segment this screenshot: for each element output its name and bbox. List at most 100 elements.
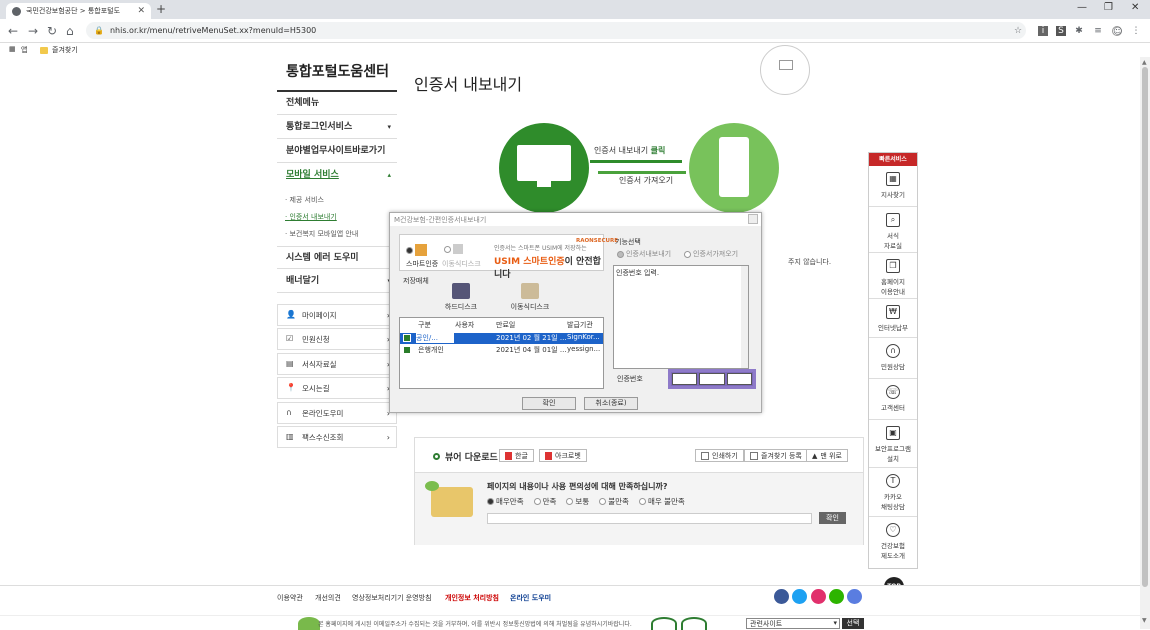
qs-health-insurance-info[interactable]: ♡ 건강보험 제도소개 [869, 518, 917, 568]
qs-homepage-guide[interactable]: ❐ 홈페이지 이용안내 [869, 254, 917, 299]
back-icon[interactable]: ← [8, 24, 18, 38]
radio-icon[interactable] [638, 498, 646, 505]
quick-mypage[interactable]: 👤마이페이지› [277, 304, 397, 326]
twitter-icon[interactable] [792, 589, 807, 604]
lnb-item-mobile-service[interactable]: 모바일 서비스 ▴ [277, 164, 397, 187]
pin-field-2[interactable] [699, 373, 725, 385]
cert-row[interactable]: 공인/... 2021년 02 월 21일 ... SignKor... [400, 333, 603, 344]
instagram-icon[interactable] [811, 589, 826, 604]
close-tab-icon[interactable]: ✕ [137, 6, 145, 16]
radio-icon[interactable] [684, 250, 691, 258]
footer-cctv-link[interactable]: 영상정보처리기기 운영방침 [352, 593, 432, 603]
func-export-option[interactable]: 인증서내보내기 [617, 249, 671, 259]
naver-icon[interactable] [829, 589, 844, 604]
dialog-cancel-button[interactable]: 취소(종료) [584, 397, 638, 410]
survey-option-label: 만족 [542, 497, 557, 506]
qs-internet-payment[interactable]: ₩ 인터넷납부 [869, 300, 917, 338]
qs-branch-finder[interactable]: ▦ 지사찾기 [869, 167, 917, 207]
quick-forms[interactable]: ▤서식자료실› [277, 353, 397, 375]
survey-option[interactable]: 보통 [566, 496, 589, 507]
new-tab-icon[interactable]: + [156, 2, 166, 16]
survey-comment-input[interactable] [487, 513, 812, 524]
apps-grid-icon[interactable]: ▦ [9, 45, 16, 53]
home-icon[interactable]: ⌂ [66, 24, 74, 38]
page-content: 통합포털도움센터 전체메뉴 통합로그인서비스 ▾ 분야별업무사이트바로가기 모바일… [0, 45, 1140, 630]
reload-icon[interactable]: ↻ [47, 24, 57, 38]
pin-field-1[interactable] [672, 373, 698, 385]
footer-help-link[interactable]: 온라인 도우미 [510, 593, 551, 603]
radio-icon[interactable] [599, 498, 607, 505]
bookmark-folder[interactable]: 즐겨찾기 [40, 45, 78, 55]
textarea-scrollbar[interactable] [741, 266, 748, 368]
tab-smart-auth[interactable] [406, 244, 427, 256]
hard-disk-button[interactable]: 하드디스크 [436, 283, 486, 312]
cert-row[interactable]: 은행개인 2021년 04 월 01일 ... yessign... [400, 345, 603, 356]
dialog-close-icon[interactable] [748, 214, 758, 224]
survey-option[interactable]: 매우만족 [487, 496, 524, 507]
pin-field-3[interactable] [726, 373, 752, 385]
extension-s-icon[interactable]: S [1056, 26, 1066, 36]
quick-fax[interactable]: ▥ 팩스수신조회 › [277, 426, 397, 448]
lnb-item-site-shortcuts[interactable]: 분야별업무사이트바로가기 [277, 140, 397, 163]
media-icon[interactable]: ≡ [1093, 26, 1103, 36]
puzzle-icon[interactable]: ✱ [1074, 26, 1084, 36]
qs-security-install[interactable]: ▣ 보안프로그램 설치 [869, 421, 917, 468]
quick-directions[interactable]: 📍오시는길› [277, 377, 397, 399]
related-site-select[interactable]: 관련사이트 ▾ [746, 618, 840, 629]
browser-tab[interactable]: 국민건강보험공단 > 통합포털도 ✕ [6, 3, 151, 19]
extension-icon[interactable]: i [1038, 26, 1048, 36]
print-button[interactable]: 인쇄하기 [695, 449, 744, 462]
facebook-icon[interactable] [774, 589, 789, 604]
survey-submit-button[interactable]: 확인 [819, 512, 846, 524]
menu-icon[interactable]: ⋮ [1131, 26, 1141, 36]
scrollbar-thumb[interactable] [1142, 67, 1148, 587]
scroll-up-icon[interactable]: ▲ [1142, 59, 1147, 66]
star-icon[interactable]: ☆ [1013, 26, 1023, 36]
lnb-item-integrated-login[interactable]: 통합로그인서비스 ▾ [277, 116, 397, 139]
url-field[interactable]: 🔒 nhis.or.kr/menu/retriveMenuSet.xx?menu… [86, 22, 1026, 39]
dialog-ok-button[interactable]: 확인 [522, 397, 576, 410]
lnb-sub-mobile-app[interactable]: · 보건복지 모바일앱 안내 [285, 229, 358, 239]
acrobat-viewer-button[interactable]: 아크로벳 [539, 449, 587, 462]
footer-feedback-link[interactable]: 개선의견 [315, 593, 341, 603]
radio-icon[interactable] [566, 498, 574, 505]
favorite-button[interactable]: 즐겨찾기 등록 [744, 449, 808, 462]
lnb-sub-cert-export[interactable]: · 인증서 내보내기 [285, 212, 337, 222]
qs-kakao-chat[interactable]: T 카카오 채팅상담 [869, 469, 917, 517]
maximize-icon[interactable]: ❐ [1104, 2, 1113, 13]
qs-forms[interactable]: ⌕ 서식 자료실 [869, 208, 917, 253]
radio-icon[interactable] [533, 498, 541, 505]
auth-info-textarea[interactable]: 인증번호 입력. [613, 265, 749, 369]
forward-icon[interactable]: → [28, 24, 38, 38]
tab-removable-disk[interactable] [444, 244, 463, 254]
scroll-down-icon[interactable]: ▼ [1142, 617, 1147, 624]
profile-icon[interactable]: ☺ [1112, 26, 1122, 37]
close-window-icon[interactable]: ✕ [1131, 2, 1139, 13]
lnb-item-system-error-help[interactable]: 시스템 에러 도우미 [277, 246, 397, 269]
survey-option[interactable]: 불만족 [599, 496, 629, 507]
radio-icon[interactable] [406, 246, 413, 254]
footer-privacy-link[interactable]: 개인정보 처리방침 [445, 593, 499, 603]
related-site-go-button[interactable]: 선택 [842, 618, 864, 629]
daum-icon[interactable] [847, 589, 862, 604]
func-import-option[interactable]: 인증서가져오기 [684, 249, 738, 259]
survey-option[interactable]: 만족 [533, 496, 557, 507]
survey-option[interactable]: 매우 불만족 [638, 496, 685, 507]
radio-icon[interactable] [487, 498, 494, 505]
radio-icon[interactable] [617, 250, 624, 258]
top-button[interactable]: ▲ 맨 위로 [806, 449, 848, 462]
quick-online-help[interactable]: ∩ 온라인도우미 › [277, 402, 397, 424]
minimize-icon[interactable]: — [1077, 2, 1087, 13]
qs-civil-consult[interactable]: ∩ 민원상담 [869, 339, 917, 379]
qs-customer-center[interactable]: ☏ 고객센터 [869, 380, 917, 420]
apps-label[interactable]: 앱 [21, 45, 27, 55]
lnb-item-all-menu[interactable]: 전체메뉴 [277, 92, 397, 115]
lnb-item-banner[interactable]: 배너달기▾ [277, 270, 397, 293]
lnb-sub-services[interactable]: · 제공 서비스 [285, 195, 324, 205]
removable-disk-button[interactable]: 이동식디스크 [505, 283, 555, 312]
radio-icon[interactable] [444, 245, 451, 253]
hangul-viewer-button[interactable]: 한글 [499, 449, 534, 462]
page-scrollbar[interactable]: ▲ ▼ [1140, 57, 1150, 629]
footer-terms-link[interactable]: 이용약관 [277, 593, 303, 603]
quick-civil-request[interactable]: ☑민원신청› [277, 328, 397, 350]
